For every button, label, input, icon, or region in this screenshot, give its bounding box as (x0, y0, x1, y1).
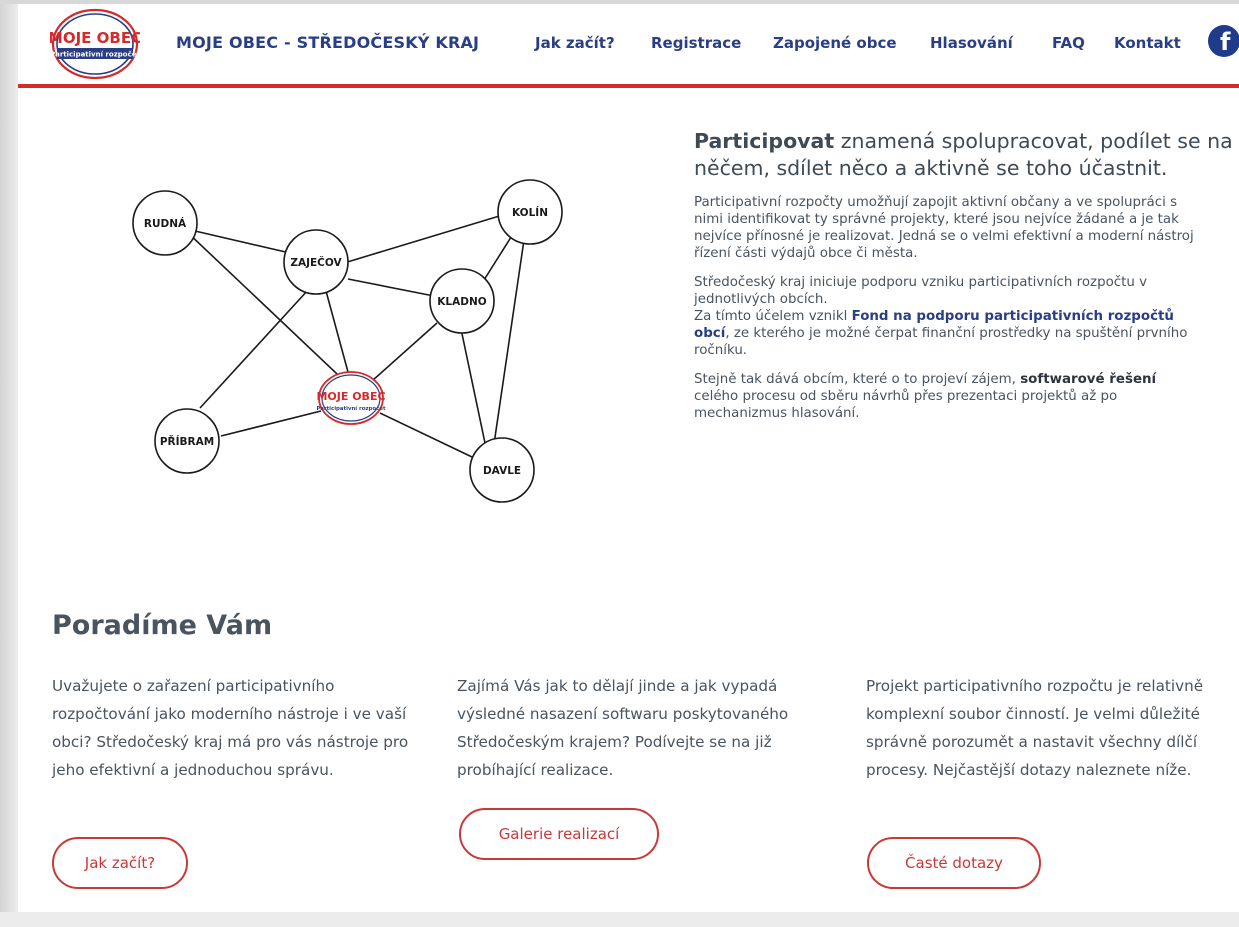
intro-lead: Participovat znamená spolupracovat, podí… (694, 128, 1234, 182)
facebook-icon[interactable]: f (1208, 25, 1239, 57)
nav-kontakt[interactable]: Kontakt (1114, 34, 1181, 52)
nav-zapojene-obce[interactable]: Zapojené obce (773, 34, 897, 52)
nav-jak-zacit[interactable]: Jak začít? (535, 34, 615, 52)
page-shadow-bottom (0, 912, 1239, 927)
lead-emphasis: Participovat (694, 129, 835, 153)
p2-part-a: Středočeský kraj iniciuje podporu vzniku… (694, 275, 1148, 307)
center-logo-subtitle: Participativní rozpočet (316, 405, 385, 412)
p2-part-c: , ze kterého je možné čerpat finanční pr… (694, 326, 1188, 358)
advise-title: Poradíme Vám (52, 610, 273, 641)
p3-part-b: celého procesu od sběru návrhů přes prez… (694, 389, 1118, 421)
galerie-realizaci-button[interactable]: Galerie realizací (459, 808, 659, 860)
municipality-network-diagram: RUDNÁ ZAJEČOV KOLÍN KLADNO PŘÍBRAM DAVLE… (132, 179, 563, 503)
main-nav: Jak začít? Registrace Zapojené obce Hlas… (18, 34, 1239, 58)
p3-emphasis: softwarové řešení (1020, 372, 1157, 387)
node-zajecov: ZAJEČOV (290, 256, 342, 269)
network-center-logo: MOJE OBEC Participativní rozpočet (316, 371, 386, 425)
center-logo-title: MOJE OBEC (316, 390, 385, 403)
node-pribram: PŘÍBRAM (160, 435, 214, 448)
intro-paragraph-2: Středočeský kraj iniciuje podporu vzniku… (694, 274, 1194, 359)
nav-faq[interactable]: FAQ (1052, 34, 1085, 52)
node-rudna: RUDNÁ (144, 217, 187, 230)
advise-column-2-text: Zajímá Vás jak to dělají jinde a jak vyp… (457, 677, 789, 779)
site-header: MOJE OBEC Participativní rozpočet MOJE O… (18, 4, 1239, 88)
page-shadow-left (0, 0, 18, 927)
p3-part-a: Stejně tak dává obcím, které o to projev… (694, 372, 1021, 387)
node-kladno: KLADNO (437, 296, 486, 308)
nav-hlasovani[interactable]: Hlasování (930, 34, 1013, 52)
advise-column-1-text: Uvažujete o zařazení participativního ro… (52, 677, 409, 779)
node-davle: DAVLE (483, 465, 521, 477)
intro-paragraph-1: Participativní rozpočty umožňují zapojit… (694, 195, 1194, 261)
intro-paragraph-3: Stejně tak dává obcím, které o to projev… (694, 371, 1194, 422)
p2-part-b: Za tímto účelem vznikl (694, 309, 852, 324)
caste-dotazy-button[interactable]: Časté dotazy (867, 837, 1041, 889)
node-kolin: KOLÍN (512, 206, 548, 219)
jak-zacit-button[interactable]: Jak začít? (52, 837, 188, 889)
advise-column-3-text: Projekt participativního rozpočtu je rel… (866, 677, 1204, 779)
nav-registrace[interactable]: Registrace (651, 34, 741, 52)
intro-section: Participovat znamená spolupracovat, podí… (694, 128, 1234, 422)
